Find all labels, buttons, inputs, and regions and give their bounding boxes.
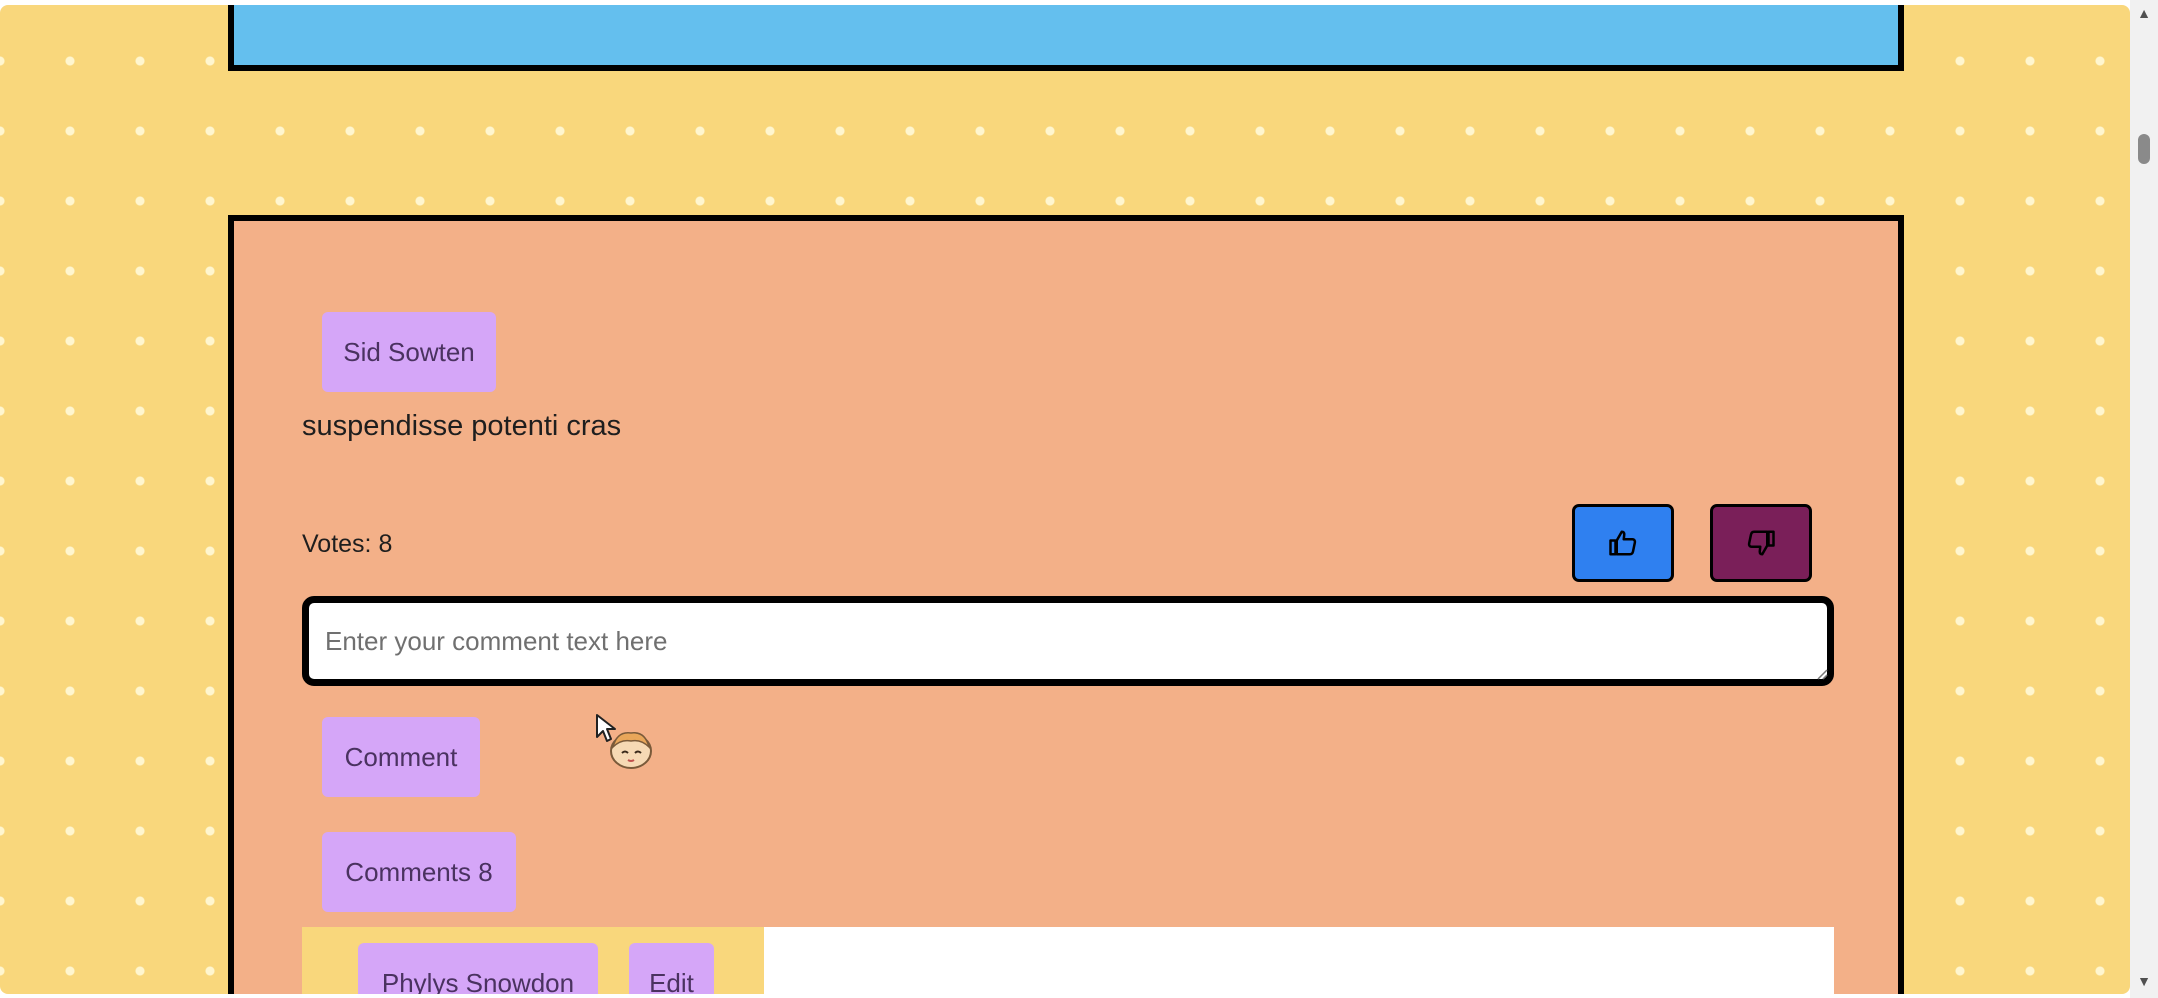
scrollbar-thumb[interactable] (2138, 134, 2150, 164)
comment-submit-button[interactable]: Comment (322, 717, 480, 797)
previous-post-card (228, 5, 1904, 71)
thumbs-down-icon (1747, 530, 1775, 556)
page-background: Sid Sowten suspendisse potenti cras Vote… (0, 5, 2130, 994)
comment-author-button[interactable]: Phylys Snowdon (358, 943, 598, 994)
comment-edit-button[interactable]: Edit (629, 943, 714, 994)
scroll-down-icon[interactable]: ▼ (2130, 970, 2158, 992)
scroll-up-icon[interactable]: ▲ (2130, 2, 2158, 24)
thumbs-up-icon (1609, 530, 1637, 556)
vertical-scrollbar[interactable]: ▲ ▼ (2130, 0, 2158, 998)
comments-toggle-button[interactable]: Comments 8 (322, 832, 516, 912)
post-text: suspendisse potenti cras (302, 410, 622, 442)
vote-count: Votes: 8 (302, 530, 393, 558)
comment-input[interactable] (302, 596, 1834, 686)
upvote-button[interactable] (1572, 504, 1674, 582)
post-author-button[interactable]: Sid Sowten (322, 312, 496, 392)
comment-body (764, 927, 1834, 994)
post-card: Sid Sowten suspendisse potenti cras Vote… (228, 215, 1904, 994)
downvote-button[interactable] (1710, 504, 1812, 582)
cursor-mascot-icon (596, 714, 652, 769)
